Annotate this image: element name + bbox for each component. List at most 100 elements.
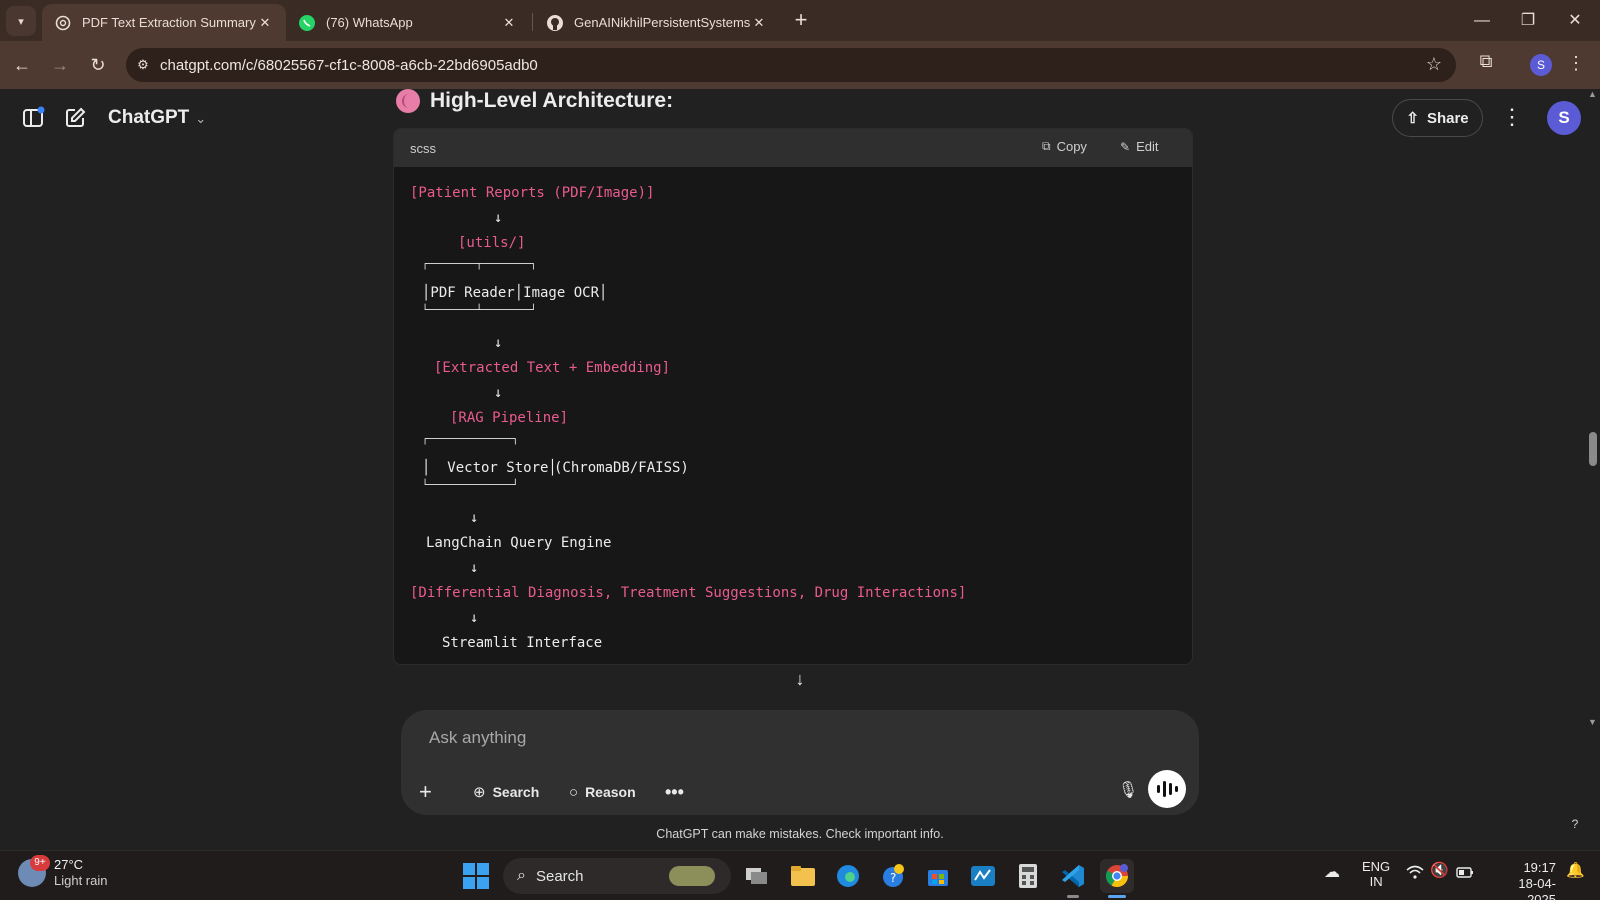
windows-icon [463,863,489,889]
share-button[interactable]: ⇧ Share [1392,99,1483,137]
code-line: LangChain Query Engine [426,535,612,551]
browser-menu-icon[interactable]: ⋮ [1566,52,1586,76]
reload-icon[interactable]: ↻ [84,51,112,79]
code-block-header: scss ⧉ Copy ✎ Edit [394,129,1192,167]
microphone-icon[interactable]: 🎙 [1115,778,1141,804]
disclaimer-text: ChatGPT can make mistakes. Check importa… [656,827,944,841]
code-line: ↓ [470,610,479,626]
code-line: Streamlit Interface [442,635,603,651]
code-line: │ Vector Store│ [422,460,557,476]
reason-button[interactable]: ○ Reason [569,775,636,809]
browser-profile-avatar[interactable]: S [1530,54,1552,76]
close-icon[interactable]: ✕ [256,15,274,31]
chat-page: ChatGPT ⌄ ⇧ Share ⋮ S High-Level Architec… [0,89,1600,850]
code-line: └────────┴────────┘ [422,305,537,316]
extensions-icon[interactable]: ⧉ [1474,51,1498,75]
new-tab-button[interactable]: + [788,8,814,34]
bookmark-star-icon[interactable]: ☆ [1426,54,1442,75]
code-line: ┌──────────────┐ [422,434,519,445]
message-composer[interactable]: Ask anything + ⊕ Search ○ Reason ••• 🎙 [401,710,1199,815]
weather-condition: Light rain [54,873,108,888]
region-code: IN [1369,874,1383,889]
search-icon: ⌕ [517,867,526,884]
search-button[interactable]: ⊕ Search [473,775,539,809]
lightbulb-icon: ○ [569,783,579,801]
language-indicator[interactable]: ENG IN [1362,859,1390,889]
code-line: [utils/] [458,235,526,251]
battery-icon[interactable] [1456,865,1474,882]
system-clock[interactable]: 19:17 18-04-2025 [1490,860,1556,900]
browser-tab-bar: ▾ PDF Text Extraction Summary ✕ (76) Wha… [0,0,1600,41]
back-arrow-icon[interactable]: ← [8,51,36,79]
tab-chatgpt[interactable]: PDF Text Extraction Summary ✕ [42,4,286,41]
taskbar-search[interactable]: ⌕ Search [503,858,731,894]
tab-divider [532,13,533,31]
copy-button[interactable]: ⧉ Copy [1042,139,1087,154]
avatar[interactable]: S [1547,101,1581,135]
wifi-icon[interactable] [1406,865,1424,882]
restore-icon[interactable]: ❐ [1515,8,1541,34]
voice-mode-button[interactable] [1148,770,1186,808]
code-line: │PDF Reader│Image OCR│ [422,285,608,301]
taskbar-search-label: Search [535,867,584,885]
browser-toolbar: ← → ↻ ⚙ chatgpt.com/c/68025567-cf1c-8008… [0,41,1600,89]
scroll-to-bottom-icon[interactable]: ↓ [788,669,812,693]
start-button[interactable] [459,859,493,893]
active-indicator [1108,895,1126,898]
tab-search-button[interactable]: ▾ [6,6,36,36]
brain-icon [396,89,420,113]
vscode-icon[interactable] [1056,859,1090,893]
page-scrollbar[interactable]: ▲ ▼ [1586,89,1600,850]
whatsapp-icon [298,14,316,32]
edge-icon[interactable] [831,859,865,893]
code-line: ┌────────┬────────┐ [422,259,537,270]
edit-icon: ✎ [1120,139,1131,154]
add-attachment-icon[interactable]: + [419,775,432,809]
mysql-workbench-icon[interactable] [966,859,1000,893]
help-icon[interactable]: ? [1566,817,1584,835]
site-settings-icon[interactable]: ⚙ [126,57,160,73]
edit-button[interactable]: ✎ Edit [1120,139,1158,154]
close-icon[interactable]: ✕ [500,15,518,31]
scrollbar-thumb[interactable] [1589,432,1597,466]
copy-label: Copy [1056,139,1087,154]
more-options-icon[interactable]: ⋮ [1500,103,1524,133]
close-icon[interactable]: ✕ [750,15,768,31]
onedrive-icon[interactable]: ☁ [1324,865,1340,881]
get-help-icon[interactable]: ? [876,859,910,893]
tab-title: GenAINikhilPersistentSystems/p [574,15,750,30]
scroll-down-arrow-icon[interactable]: ▼ [1588,717,1597,727]
calculator-icon[interactable] [1011,859,1045,893]
forward-arrow-icon[interactable]: → [46,51,74,79]
language-code: ENG [1362,859,1391,874]
composer-input[interactable]: Ask anything [429,728,526,748]
copy-icon: ⧉ [1042,139,1051,153]
notification-bell-icon[interactable]: 🔔 [1566,863,1585,878]
minimize-icon[interactable]: — [1469,8,1495,34]
share-label: Share [1426,109,1469,127]
task-view-icon[interactable] [740,859,774,893]
window-close-icon[interactable]: ✕ [1562,8,1588,34]
scroll-up-arrow-icon[interactable]: ▲ [1588,89,1597,99]
chrome-icon[interactable] [1100,859,1134,893]
microsoft-store-icon[interactable] [921,859,955,893]
model-selector[interactable]: ChatGPT ⌄ [108,107,206,129]
code-language: scss [410,140,436,156]
file-explorer-icon[interactable] [786,859,820,893]
clock-date: 18-04-2025 [1518,876,1556,900]
voice-bar [1156,785,1160,793]
more-tools-icon[interactable]: ••• [665,775,684,809]
sidebar-toggle-icon[interactable] [18,103,48,133]
volume-muted-icon[interactable]: 🔇 [1430,863,1449,878]
tab-github[interactable]: GenAINikhilPersistentSystems/p ✕ [534,4,780,41]
search-label: Search [492,784,540,800]
new-chat-icon[interactable] [60,103,90,133]
reason-label: Reason [585,784,636,800]
notification-badge: 9+ [30,855,50,871]
chatgpt-icon [54,14,72,32]
address-bar[interactable]: ⚙ chatgpt.com/c/68025567-cf1c-8008-a6cb-… [126,48,1456,82]
clock-time: 19:17 [1523,860,1556,875]
weather-widget[interactable]: 9+ 27°C Light rain [18,855,108,889]
tab-whatsapp[interactable]: (76) WhatsApp ✕ [286,4,530,41]
temperature: 27°C [54,857,84,872]
